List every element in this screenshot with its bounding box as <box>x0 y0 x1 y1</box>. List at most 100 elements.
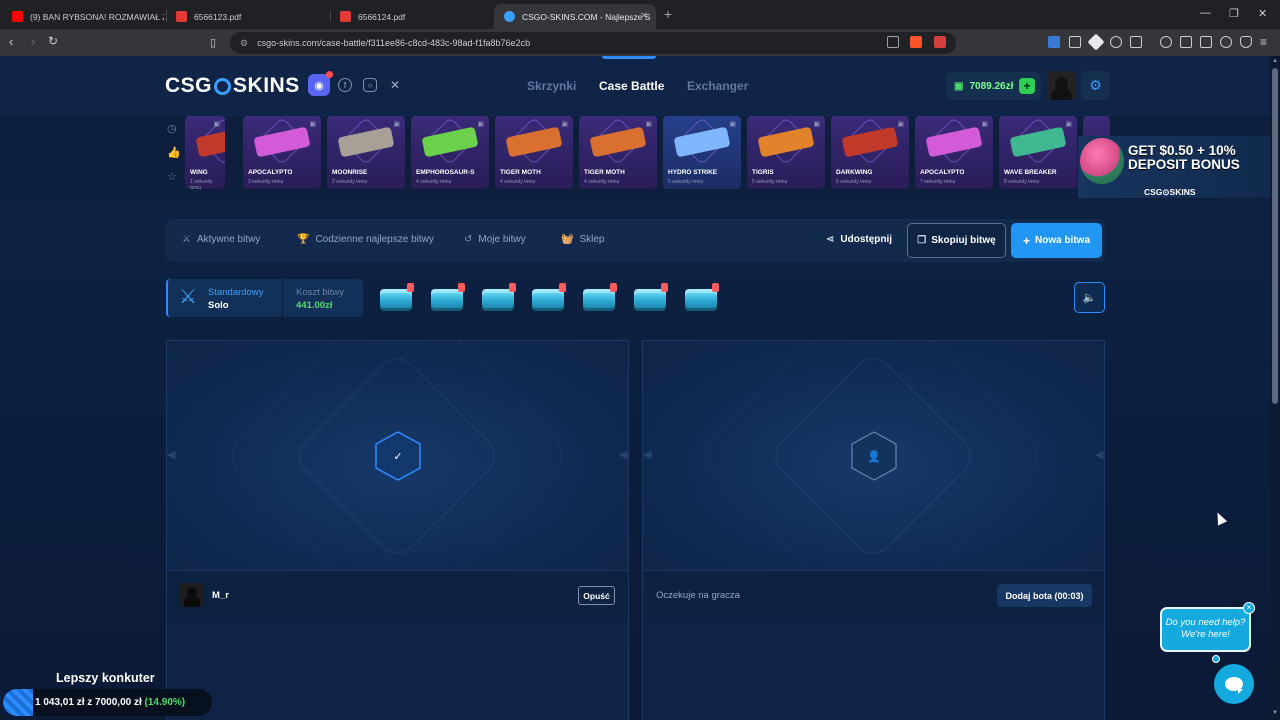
tab-active-battles[interactable]: ⚔ Aktywne bitwy <box>182 234 260 245</box>
leo-ai-icon[interactable] <box>1220 36 1232 48</box>
drop-card[interactable]: ▣ TIGER MOTH 4 sekundy temu <box>579 116 657 189</box>
facebook-icon[interactable]: f <box>338 78 352 92</box>
drop-card[interactable]: ▣ WING 1 sekundy temu <box>185 116 225 189</box>
reload-icon[interactable]: ↻ <box>48 34 58 48</box>
new-battle-button[interactable]: + Nowa bitwa <box>1011 223 1102 258</box>
site-header: CSG SKINS ◉ f ○ ✕ Skrzynki Case Battle E… <box>0 56 1280 116</box>
drop-card[interactable]: ▣ EMPHOROSAUR-S 4 sekundy temu <box>411 116 489 189</box>
user-avatar[interactable] <box>1047 71 1076 100</box>
extension-icon[interactable] <box>1130 36 1142 48</box>
share-page-icon[interactable] <box>887 36 899 48</box>
battle-case[interactable] <box>581 283 618 313</box>
tab-my-battles[interactable]: ↺ Moje bitwy <box>464 234 526 245</box>
instagram-icon[interactable]: ○ <box>363 78 377 92</box>
brave-rewards-icon[interactable] <box>934 36 946 48</box>
close-icon[interactable]: ✕ <box>640 11 648 22</box>
nav-exchanger[interactable]: Exchanger <box>687 79 748 93</box>
battle-case[interactable] <box>530 283 567 313</box>
clock-icon[interactable]: ◷ <box>167 122 177 135</box>
leave-button[interactable]: Opuść <box>578 586 615 605</box>
share-icon: ⋖ <box>826 234 835 245</box>
tab-shop[interactable]: 🧺 Sklep <box>561 234 604 245</box>
tab-label: Sklep <box>579 234 605 245</box>
slot-arena: 👤 ◀ ◀ <box>643 341 1104 570</box>
address-bar[interactable]: ⚙ csgo-skins.com/case-battle/f311ee86-c8… <box>230 32 956 54</box>
drop-card[interactable]: ▣ APOCALYPTO 7 sekundy temu <box>915 116 993 189</box>
nav-case-battle[interactable]: Case Battle <box>599 79 664 93</box>
chat-button[interactable] <box>1214 664 1254 704</box>
extension-icon[interactable] <box>1048 36 1060 48</box>
close-icon[interactable]: × <box>1243 602 1255 614</box>
balance-display[interactable]: ▣ 7089.26zł + <box>946 72 1041 100</box>
browser-tab[interactable]: (9) BAN RYBSONA! ROZMAWIAŁ Z D <box>2 4 164 29</box>
maximize-icon[interactable]: ❐ <box>1229 7 1239 20</box>
minimize-icon[interactable]: — <box>1200 7 1211 19</box>
player-name[interactable]: M_r <box>212 590 229 601</box>
deposit-button[interactable]: + <box>1019 78 1035 94</box>
media-icon[interactable] <box>1160 36 1172 48</box>
slot-items-area <box>643 618 1104 720</box>
konkurs-progress[interactable]: 1 043,01 zł z 7000,00 zł (14.90%) <box>3 689 212 716</box>
nav-skrzynki[interactable]: Skrzynki <box>527 79 576 93</box>
browser-tab[interactable]: 6566123.pdf <box>166 4 328 29</box>
help-line1: Do you need help? <box>1165 617 1246 628</box>
copy-battle-button[interactable]: ❐ Skopiuj bitwę <box>907 223 1006 258</box>
back-icon[interactable]: ‹ <box>9 34 13 49</box>
drop-time: 5 sekundy temu <box>668 179 704 185</box>
drop-card[interactable]: ▣ TIGER MOTH 4 sekundy temu <box>495 116 573 189</box>
wallet-icon[interactable] <box>1200 36 1212 48</box>
browser-tab[interactable]: 6566124.pdf <box>330 4 492 29</box>
scroll-up-icon[interactable]: ▲ <box>1272 58 1278 64</box>
extension-icon[interactable] <box>1069 36 1081 48</box>
star-icon[interactable]: ☆ <box>167 170 177 183</box>
share-button[interactable]: ⋖ Udostępnij <box>826 234 892 245</box>
close-window-icon[interactable]: ✕ <box>1258 7 1267 20</box>
drop-card[interactable]: ▣ APOCALYPTO 3 sekundy temu <box>243 116 321 189</box>
case-chest-icon <box>532 289 565 311</box>
drop-card[interactable]: ▣ HYDRO STRIKE 5 sekundy temu <box>663 116 741 189</box>
basket-icon: 🧺 <box>561 234 574 245</box>
battle-case[interactable] <box>429 283 465 313</box>
battle-case[interactable] <box>378 283 414 313</box>
drop-card[interactable]: ▣ DARKWING 6 sekundy temu <box>831 116 909 189</box>
player-avatar[interactable] <box>180 583 204 607</box>
vpn-icon[interactable] <box>1240 36 1252 48</box>
help-bubble[interactable]: Do you need help? We're here! × <box>1160 602 1255 652</box>
deposit-bonus-banner[interactable]: GET $0.50 + 10% DEPOSIT BONUS CSG⊙SKINS <box>1078 136 1275 198</box>
scroll-down-icon[interactable]: ▼ <box>1272 710 1278 716</box>
trophy-icon: 🏆 <box>297 234 310 245</box>
brave-shield-icon[interactable] <box>910 36 922 48</box>
drop-card[interactable]: ▣ WAVE BREAKER 8 sekundy temu <box>999 116 1077 189</box>
youtube-icon <box>12 11 23 22</box>
browser-tab-active[interactable]: CSGO-SKINS.COM - Najlepsze S ✕ <box>494 4 656 29</box>
thumbs-up-icon[interactable]: 👍 <box>167 146 181 159</box>
drop-card[interactable]: ▣ MOONRISE 2 sekundy temu <box>327 116 405 189</box>
player-row: Oczekuje na gracza Dodaj bota (00:03) <box>643 570 1104 618</box>
site-logo[interactable]: CSG SKINS <box>165 74 300 98</box>
plus-icon: + <box>1022 233 1030 248</box>
battle-case[interactable] <box>480 283 516 313</box>
menu-icon[interactable]: ≡ <box>1260 35 1267 49</box>
tab-daily-best-battles[interactable]: 🏆 Codzienne najlepsze bitwy <box>297 234 434 245</box>
progress-stripe <box>3 689 33 716</box>
bookmark-icon[interactable]: ▯ <box>210 36 216 49</box>
new-tab-icon[interactable]: + <box>664 6 672 22</box>
extension-icon[interactable] <box>1087 33 1105 51</box>
waiting-status: Oczekuje na gracza <box>656 590 740 601</box>
forward-icon[interactable]: › <box>31 34 35 49</box>
battle-case[interactable] <box>683 283 719 313</box>
site-settings-icon[interactable]: ⚙ <box>240 38 248 49</box>
case-icon: ▣ <box>981 121 988 128</box>
sidebar-icon[interactable] <box>1180 36 1192 48</box>
sound-toggle-button[interactable]: 🔈 <box>1074 282 1105 313</box>
discord-icon[interactable]: ◉ <box>308 71 333 96</box>
battle-case[interactable] <box>632 283 668 313</box>
new-battle-label: Nowa bitwa <box>1035 235 1091 246</box>
settings-gear-icon[interactable]: ⚙ <box>1081 71 1110 100</box>
drop-card[interactable]: ▣ TIGRIS 5 sekundy temu <box>747 116 825 189</box>
x-twitter-icon[interactable]: ✕ <box>388 78 402 92</box>
extension-icon[interactable] <box>1110 36 1122 48</box>
add-bot-button[interactable]: Dodaj bota (00:03) <box>997 584 1092 607</box>
page-scrollbar[interactable]: ▲ ▼ <box>1270 56 1280 720</box>
scrollbar-thumb[interactable] <box>1272 68 1278 404</box>
